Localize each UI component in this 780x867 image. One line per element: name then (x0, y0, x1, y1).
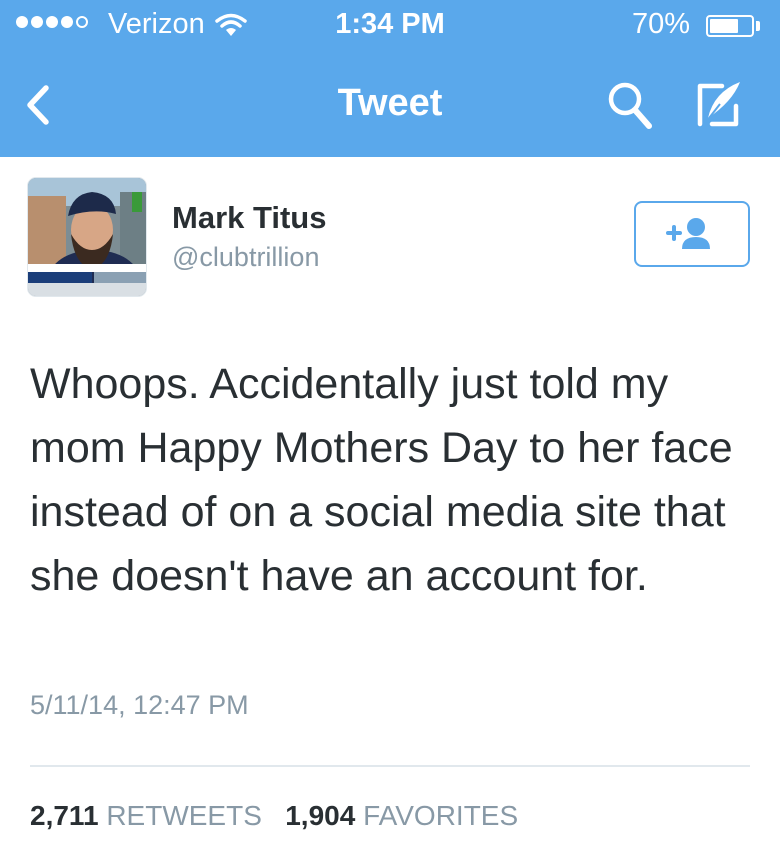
favorites-count: 1,904 (285, 800, 356, 831)
retweets-count: 2,711 (30, 800, 99, 831)
battery-percent: 70% (631, 8, 690, 40)
retweets-label: RETWEETS (106, 800, 262, 831)
status-bar: Verizon 1:34 PM 70% (0, 0, 780, 50)
author-handle[interactable]: @clubtrillion (172, 242, 319, 273)
tweet-stats: 2,711 RETWEETS 1,904 FAVORITES (30, 800, 518, 832)
favorites-label: FAVORITES (363, 800, 519, 831)
author-avatar[interactable] (28, 178, 146, 296)
avatar-photo (28, 178, 146, 296)
battery-fill (710, 19, 738, 33)
page-title: Tweet (337, 82, 443, 124)
search-icon[interactable] (604, 77, 654, 133)
tweet-timestamp: 5/11/14, 12:47 PM (30, 690, 249, 720)
follow-user-icon (666, 218, 710, 249)
author-name[interactable]: Mark Titus (172, 200, 326, 236)
tweet-text: Whoops. Accidentally just told my mom Ha… (30, 360, 733, 600)
top-bar: Verizon 1:34 PM 70% Tweet (0, 0, 780, 157)
follow-button[interactable] (634, 201, 750, 267)
favorites-stat[interactable]: 1,904 FAVORITES (285, 800, 518, 831)
divider (30, 765, 750, 767)
battery-icon (706, 15, 754, 37)
battery-nub (756, 21, 760, 31)
retweets-stat[interactable]: 2,711 RETWEETS (30, 800, 270, 831)
compose-icon[interactable] (690, 76, 746, 132)
nav-bar: Tweet (0, 60, 780, 150)
